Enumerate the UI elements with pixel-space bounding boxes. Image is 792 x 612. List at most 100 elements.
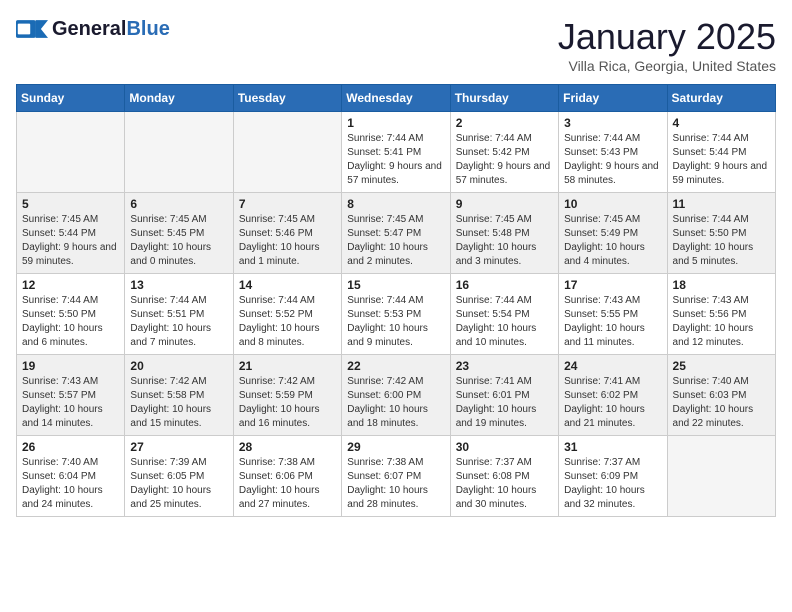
day-info: Sunrise: 7:42 AMSunset: 5:58 PMDaylight:… — [130, 375, 227, 431]
daylight-info: Daylight: 9 hours and 59 minutes. — [22, 241, 119, 269]
daylight-info: Daylight: 10 hours and 7 minutes. — [130, 322, 227, 350]
calendar-day-cell: 10 Sunrise: 7:45 AMSunset: 5:49 PMDayligh… — [559, 193, 667, 274]
daylight-info: Daylight: 10 hours and 0 minutes. — [130, 241, 227, 269]
sunset-info: Sunset: 5:53 PM — [347, 308, 444, 322]
calendar-day-cell — [17, 112, 125, 193]
sunrise-info: Sunrise: 7:44 AM — [564, 132, 661, 146]
calendar-day-cell: 4 Sunrise: 7:44 AMSunset: 5:44 PMDaylight… — [667, 112, 775, 193]
sunset-info: Sunset: 6:03 PM — [673, 389, 770, 403]
daylight-info: Daylight: 10 hours and 25 minutes. — [130, 484, 227, 512]
day-info: Sunrise: 7:44 AMSunset: 5:51 PMDaylight:… — [130, 294, 227, 350]
calendar-day-cell: 21Sunrise: 7:42 AMSunset: 5:59 PMDayligh… — [233, 355, 341, 436]
sunset-info: Sunset: 5:43 PM — [564, 146, 661, 160]
day-info: Sunrise: 7:37 AMSunset: 6:08 PMDaylight:… — [456, 456, 553, 512]
daylight-info: Daylight: 9 hours and 58 minutes. — [564, 160, 661, 188]
daylight-info: Daylight: 10 hours and 18 minutes. — [347, 403, 444, 431]
day-number: 27 — [130, 440, 227, 454]
day-number: 3 — [564, 116, 661, 130]
day-info: Sunrise: 7:45 AMSunset: 5:47 PMDaylight:… — [347, 213, 444, 269]
logo-icon — [16, 16, 48, 42]
sunrise-info: Sunrise: 7:44 AM — [130, 294, 227, 308]
day-number: 4 — [673, 116, 770, 130]
logo-text: GeneralBlue — [52, 18, 170, 40]
calendar-week-row: 19Sunrise: 7:43 AMSunset: 5:57 PMDayligh… — [17, 355, 776, 436]
sunrise-info: Sunrise: 7:38 AM — [347, 456, 444, 470]
sunrise-info: Sunrise: 7:44 AM — [456, 132, 553, 146]
sunrise-info: Sunrise: 7:44 AM — [347, 294, 444, 308]
calendar-day-cell: 24Sunrise: 7:41 AMSunset: 6:02 PMDayligh… — [559, 355, 667, 436]
calendar-day-cell: 13Sunrise: 7:44 AMSunset: 5:51 PMDayligh… — [125, 274, 233, 355]
day-info: Sunrise: 7:44 AMSunset: 5:53 PMDaylight:… — [347, 294, 444, 350]
sunrise-info: Sunrise: 7:45 AM — [456, 213, 553, 227]
sunrise-info: Sunrise: 7:42 AM — [347, 375, 444, 389]
day-info: Sunrise: 7:44 AMSunset: 5:50 PMDaylight:… — [673, 213, 770, 269]
day-info: Sunrise: 7:44 AMSunset: 5:44 PMDaylight:… — [673, 132, 770, 188]
sunset-info: Sunset: 5:41 PM — [347, 146, 444, 160]
sunset-info: Sunset: 5:59 PM — [239, 389, 336, 403]
calendar-week-row: 26Sunrise: 7:40 AMSunset: 6:04 PMDayligh… — [17, 436, 776, 517]
calendar-week-row: 1Sunrise: 7:44 AMSunset: 5:41 PMDaylight… — [17, 112, 776, 193]
daylight-info: Daylight: 9 hours and 59 minutes. — [673, 160, 770, 188]
calendar-day-cell — [233, 112, 341, 193]
calendar-day-cell: 23Sunrise: 7:41 AMSunset: 6:01 PMDayligh… — [450, 355, 558, 436]
day-number: 30 — [456, 440, 553, 454]
calendar-day-cell: 25 Sunrise: 7:40 AMSunset: 6:03 PMDayligh… — [667, 355, 775, 436]
day-number: 7 — [239, 197, 336, 211]
calendar-week-row: 12Sunrise: 7:44 AMSunset: 5:50 PMDayligh… — [17, 274, 776, 355]
day-number: 9 — [456, 197, 553, 211]
day-number: 28 — [239, 440, 336, 454]
sunset-info: Sunset: 5:45 PM — [130, 227, 227, 241]
sunrise-info: Sunrise: 7:44 AM — [22, 294, 119, 308]
sunrise-info: Sunrise: 7:45 AM — [22, 213, 119, 227]
sunrise-info: Sunrise: 7:41 AM — [456, 375, 553, 389]
calendar-day-cell: 9 Sunrise: 7:45 AMSunset: 5:48 PMDaylight… — [450, 193, 558, 274]
weekday-header-row: SundayMondayTuesdayWednesdayThursdayFrid… — [17, 85, 776, 112]
sunset-info: Sunset: 5:48 PM — [456, 227, 553, 241]
daylight-info: Daylight: 10 hours and 8 minutes. — [239, 322, 336, 350]
day-info: Sunrise: 7:45 AMSunset: 5:46 PMDaylight:… — [239, 213, 336, 269]
sunset-info: Sunset: 5:42 PM — [456, 146, 553, 160]
calendar-day-cell: 16Sunrise: 7:44 AMSunset: 5:54 PMDayligh… — [450, 274, 558, 355]
sunset-info: Sunset: 6:04 PM — [22, 470, 119, 484]
sunset-info: Sunset: 5:58 PM — [130, 389, 227, 403]
daylight-info: Daylight: 10 hours and 24 minutes. — [22, 484, 119, 512]
sunrise-info: Sunrise: 7:44 AM — [673, 132, 770, 146]
daylight-info: Daylight: 9 hours and 57 minutes. — [456, 160, 553, 188]
day-number: 12 — [22, 278, 119, 292]
day-info: Sunrise: 7:43 AMSunset: 5:55 PMDaylight:… — [564, 294, 661, 350]
sunrise-info: Sunrise: 7:37 AM — [564, 456, 661, 470]
day-number: 29 — [347, 440, 444, 454]
day-info: Sunrise: 7:40 AMSunset: 6:03 PMDaylight:… — [673, 375, 770, 431]
sunrise-info: Sunrise: 7:44 AM — [347, 132, 444, 146]
day-number: 20 — [130, 359, 227, 373]
sunset-info: Sunset: 5:54 PM — [456, 308, 553, 322]
sunrise-info: Sunrise: 7:44 AM — [239, 294, 336, 308]
sunrise-info: Sunrise: 7:43 AM — [22, 375, 119, 389]
calendar-day-cell: 29Sunrise: 7:38 AMSunset: 6:07 PMDayligh… — [342, 436, 450, 517]
location-subtitle: Villa Rica, Georgia, United States — [558, 58, 776, 74]
weekday-header-monday: Monday — [125, 85, 233, 112]
calendar-day-cell: 5Sunrise: 7:45 AMSunset: 5:44 PMDaylight… — [17, 193, 125, 274]
weekday-header-sunday: Sunday — [17, 85, 125, 112]
day-info: Sunrise: 7:42 AMSunset: 5:59 PMDaylight:… — [239, 375, 336, 431]
sunset-info: Sunset: 5:51 PM — [130, 308, 227, 322]
day-number: 25 — [673, 359, 770, 373]
weekday-header-tuesday: Tuesday — [233, 85, 341, 112]
sunrise-info: Sunrise: 7:45 AM — [239, 213, 336, 227]
sunrise-info: Sunrise: 7:43 AM — [673, 294, 770, 308]
daylight-info: Daylight: 10 hours and 15 minutes. — [130, 403, 227, 431]
weekday-header-wednesday: Wednesday — [342, 85, 450, 112]
sunrise-info: Sunrise: 7:45 AM — [564, 213, 661, 227]
daylight-info: Daylight: 10 hours and 30 minutes. — [456, 484, 553, 512]
sunset-info: Sunset: 6:06 PM — [239, 470, 336, 484]
day-number: 10 — [564, 197, 661, 211]
sunrise-info: Sunrise: 7:45 AM — [347, 213, 444, 227]
day-number: 6 — [130, 197, 227, 211]
daylight-info: Daylight: 10 hours and 3 minutes. — [456, 241, 553, 269]
day-number: 19 — [22, 359, 119, 373]
day-number: 23 — [456, 359, 553, 373]
weekday-header-saturday: Saturday — [667, 85, 775, 112]
sunset-info: Sunset: 5:44 PM — [673, 146, 770, 160]
sunrise-info: Sunrise: 7:43 AM — [564, 294, 661, 308]
day-info: Sunrise: 7:45 AMSunset: 5:49 PMDaylight:… — [564, 213, 661, 269]
